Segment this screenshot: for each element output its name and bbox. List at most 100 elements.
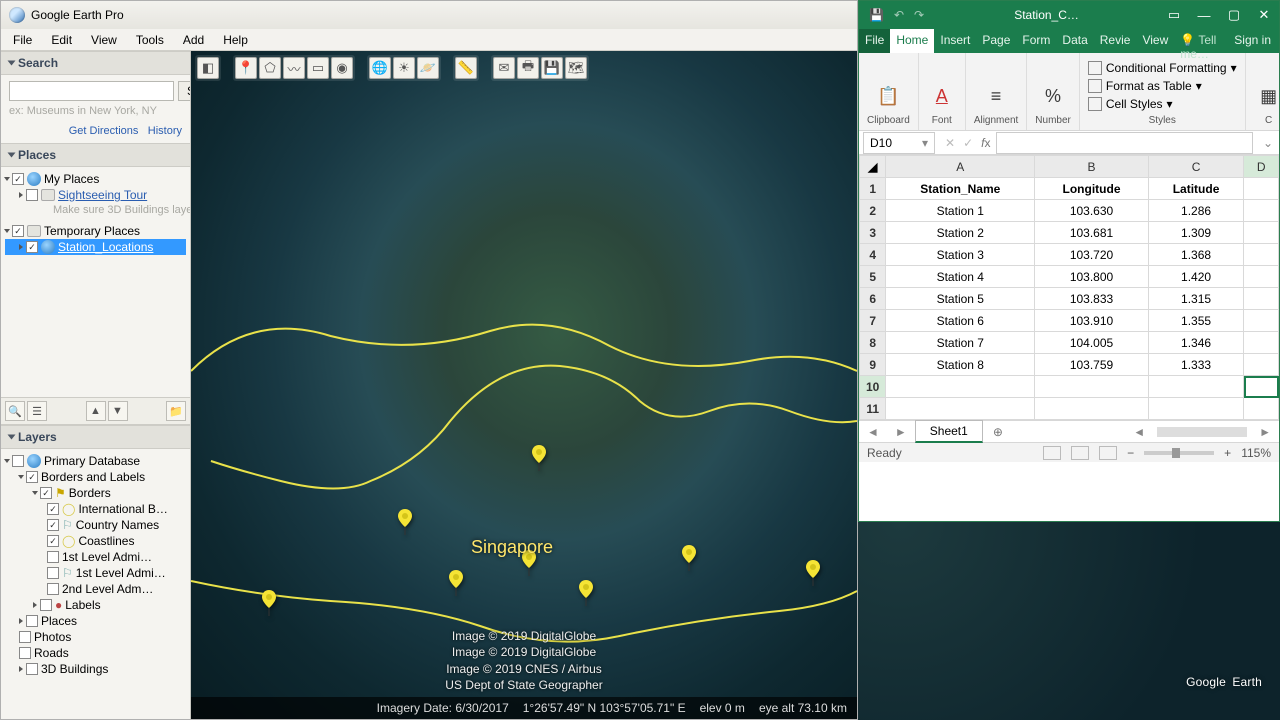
cell[interactable]: [1244, 310, 1279, 332]
checkbox[interactable]: [47, 519, 59, 531]
checkbox[interactable]: [47, 503, 59, 515]
row-header[interactable]: 8: [860, 332, 886, 354]
view-break-button[interactable]: [1099, 446, 1117, 460]
tree-item-station-locations[interactable]: Station_Locations: [5, 239, 186, 255]
active-cell[interactable]: [1244, 376, 1279, 398]
tab-review[interactable]: Revie: [1094, 29, 1137, 53]
tree-item-lvl1a[interactable]: 1st Level Admi…: [5, 549, 186, 565]
zoom-out[interactable]: −: [1127, 446, 1134, 460]
cell[interactable]: [1244, 200, 1279, 222]
checkbox[interactable]: [26, 471, 38, 483]
expand-icon[interactable]: [4, 459, 10, 463]
cell[interactable]: [1148, 398, 1243, 420]
history-link[interactable]: History: [148, 125, 182, 137]
cell[interactable]: [1148, 376, 1243, 398]
cell[interactable]: Station 6: [886, 310, 1035, 332]
minimize-button[interactable]: ―: [1189, 8, 1219, 23]
menu-add[interactable]: Add: [175, 31, 212, 49]
cell[interactable]: [1244, 266, 1279, 288]
cell[interactable]: 103.910: [1035, 310, 1149, 332]
table-row[interactable]: 8Station 7104.0051.346: [860, 332, 1279, 354]
expand-icon[interactable]: [4, 177, 10, 181]
checkbox[interactable]: [12, 455, 24, 467]
cell[interactable]: 1.286: [1148, 200, 1243, 222]
tree-item-primary-db[interactable]: Primary Database: [5, 453, 186, 469]
tree-item-3d-buildings[interactable]: 3D Buildings: [5, 661, 186, 677]
search-places-button[interactable]: 🔍: [5, 401, 25, 421]
fx-icon[interactable]: fx: [981, 136, 990, 150]
tree-item-borders-labels[interactable]: Borders and Labels: [5, 469, 186, 485]
maximize-button[interactable]: ▢: [1219, 7, 1249, 23]
email-button[interactable]: ✉: [493, 57, 515, 79]
expand-icon[interactable]: [33, 602, 37, 608]
menu-file[interactable]: File: [5, 31, 40, 49]
sunlight-button[interactable]: ☀: [393, 57, 415, 79]
table-row[interactable]: 1Station_NameLongitudeLatitude: [860, 178, 1279, 200]
tree-item-my-places[interactable]: My Places: [5, 171, 186, 187]
cell[interactable]: Station 1: [886, 200, 1035, 222]
menu-tools[interactable]: Tools: [128, 31, 172, 49]
tree-item-places[interactable]: Places: [5, 613, 186, 629]
tree-item-borders[interactable]: ⚑Borders: [5, 485, 186, 501]
table-row[interactable]: 3Station 2103.6811.309: [860, 222, 1279, 244]
tree-item-labels[interactable]: ●Labels: [5, 597, 186, 613]
cell[interactable]: [886, 376, 1035, 398]
cell[interactable]: [1244, 398, 1279, 420]
tab-home[interactable]: Home: [890, 29, 934, 53]
ruler-button[interactable]: 📏: [455, 57, 477, 79]
cells-icon[interactable]: ▦: [1254, 81, 1280, 111]
table-row[interactable]: 2Station 1103.6301.286: [860, 200, 1279, 222]
get-directions-link[interactable]: Get Directions: [69, 125, 139, 137]
move-down-button[interactable]: ▼: [108, 401, 128, 421]
cell[interactable]: 1.315: [1148, 288, 1243, 310]
save-image-button[interactable]: 💾: [541, 57, 563, 79]
tree-item-photos[interactable]: Photos: [5, 629, 186, 645]
conditional-formatting-button[interactable]: Conditional Formatting ▾: [1088, 59, 1237, 77]
row-header[interactable]: 10: [860, 376, 886, 398]
checkbox[interactable]: [19, 631, 31, 643]
tab-view[interactable]: View: [1136, 29, 1174, 53]
checkbox[interactable]: [40, 487, 52, 499]
col-header-b[interactable]: B: [1035, 156, 1149, 178]
cell[interactable]: 1.346: [1148, 332, 1243, 354]
expand-icon[interactable]: [19, 192, 23, 198]
expand-formula-bar[interactable]: ⌄: [1257, 136, 1279, 150]
cell[interactable]: Station 3: [886, 244, 1035, 266]
cell[interactable]: Station 5: [886, 288, 1035, 310]
row-header[interactable]: 9: [860, 354, 886, 376]
label[interactable]: Sightseeing Tour: [58, 188, 147, 202]
expand-icon[interactable]: [19, 666, 23, 672]
cell[interactable]: [1244, 222, 1279, 244]
cell[interactable]: 103.720: [1035, 244, 1149, 266]
table-row[interactable]: 9Station 8103.7591.333: [860, 354, 1279, 376]
table-row[interactable]: 6Station 5103.8331.315: [860, 288, 1279, 310]
cell[interactable]: [1244, 244, 1279, 266]
cell[interactable]: 1.420: [1148, 266, 1243, 288]
row-header[interactable]: 11: [860, 398, 886, 420]
percent-icon[interactable]: %: [1038, 81, 1068, 111]
search-panel-header[interactable]: Search: [1, 51, 190, 75]
select-all-corner[interactable]: ◢: [860, 156, 886, 178]
zoom-slider[interactable]: [1144, 451, 1214, 455]
map-viewport[interactable]: ◧ 📍 ⬠ 〰 ▭ ◉ 🌐 ☀ 🪐 📏 ✉ 🖶 💾: [191, 51, 857, 719]
cell[interactable]: [1244, 288, 1279, 310]
record-tour-button[interactable]: ◉: [331, 57, 353, 79]
cell[interactable]: 1.368: [1148, 244, 1243, 266]
zoom-in[interactable]: +: [1224, 446, 1231, 460]
sidebar-toggle-button[interactable]: ◧: [197, 57, 219, 79]
checkbox[interactable]: [19, 647, 31, 659]
expand-icon[interactable]: [19, 244, 23, 250]
expand-icon[interactable]: [32, 491, 38, 495]
tab-insert[interactable]: Insert: [934, 29, 976, 53]
path-button[interactable]: 〰: [283, 57, 305, 79]
checkbox[interactable]: [12, 173, 24, 185]
row-header[interactable]: 4: [860, 244, 886, 266]
tree-item-lvl1b[interactable]: ⚐1st Level Admi…: [5, 565, 186, 581]
cell[interactable]: Station_Name: [886, 178, 1035, 200]
table-row[interactable]: 5Station 4103.8001.420: [860, 266, 1279, 288]
checkbox[interactable]: [47, 583, 59, 595]
cell[interactable]: [886, 398, 1035, 420]
expand-icon[interactable]: [4, 229, 10, 233]
row-header[interactable]: 7: [860, 310, 886, 332]
table-row[interactable]: 10: [860, 376, 1279, 398]
